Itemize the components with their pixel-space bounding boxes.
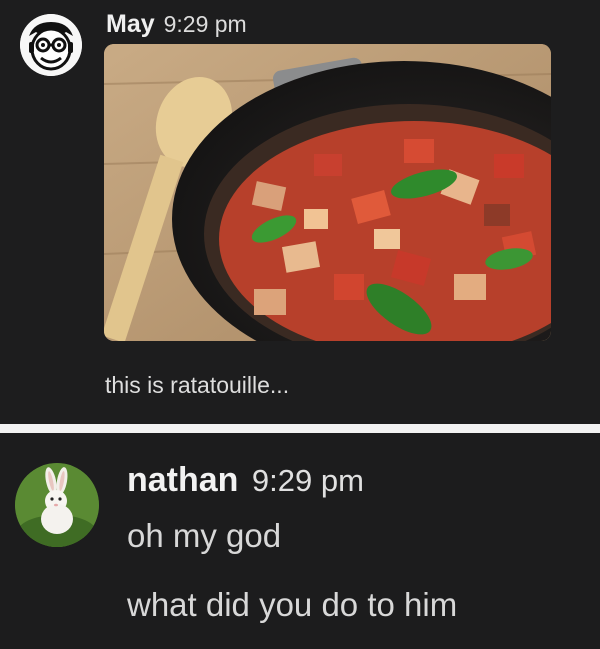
author-name[interactable]: nathan xyxy=(127,461,238,499)
white-rabbit-avatar-icon xyxy=(15,463,99,547)
message-divider xyxy=(0,424,600,433)
timestamp: 9:29 pm xyxy=(251,463,364,498)
message-text: this is ratatouille... xyxy=(105,372,290,398)
message-text: what did you do to him xyxy=(127,586,458,623)
message-text: oh my god xyxy=(127,517,282,554)
timestamp: 9:29 pm xyxy=(163,11,247,37)
message-nathan: nathan 9:29 pm oh my god what did you do… xyxy=(0,433,600,649)
avatar-nathan[interactable] xyxy=(15,463,99,547)
avatar-may[interactable] xyxy=(20,14,82,76)
message-may: May 9:29 pm this is ratatouille... xyxy=(0,0,600,424)
author-name[interactable]: May xyxy=(106,10,155,38)
message-header: May 9:29 pm xyxy=(106,10,247,39)
message-header: nathan 9:29 pm xyxy=(127,461,364,500)
ratatouille-image xyxy=(104,44,551,341)
cartoon-face-avatar-icon xyxy=(20,14,82,76)
ratatouille-pan-photo[interactable] xyxy=(104,44,551,341)
